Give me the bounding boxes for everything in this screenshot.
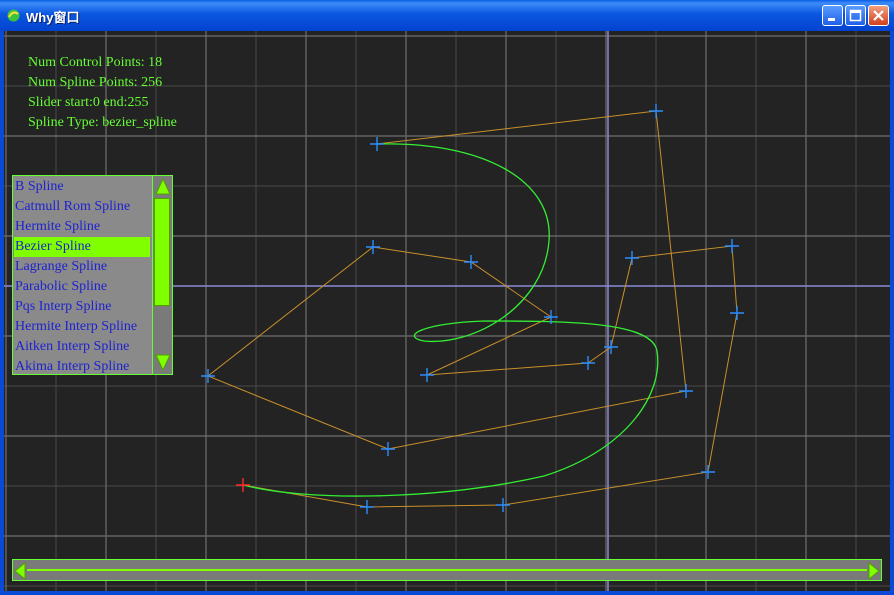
spline-curve bbox=[242, 143, 659, 497]
slider-end-handle-icon[interactable] bbox=[868, 562, 880, 580]
minimize-button[interactable] bbox=[822, 5, 843, 26]
slider-track bbox=[27, 569, 867, 571]
control-point-marker[interactable] bbox=[701, 465, 715, 479]
control-point-start-marker[interactable] bbox=[236, 478, 250, 492]
control-point-marker[interactable] bbox=[464, 255, 478, 269]
num-spline-points: Num Spline Points: 256 bbox=[28, 75, 163, 90]
control-point-marker[interactable] bbox=[649, 104, 663, 118]
window-title: Why窗口 bbox=[26, 10, 80, 25]
close-icon bbox=[873, 10, 884, 21]
slider-start-handle-icon[interactable] bbox=[14, 562, 26, 580]
spline-type: Spline Type: bezier_spline bbox=[28, 115, 177, 130]
control-point-marker[interactable] bbox=[725, 239, 739, 253]
slider-range: Slider start:0 end:255 bbox=[28, 95, 149, 110]
app-icon bbox=[7, 9, 20, 22]
close-button[interactable] bbox=[868, 5, 889, 26]
maximize-button[interactable] bbox=[845, 5, 866, 26]
app-window: Why窗口 Num Control Points: 18 Num Spline … bbox=[0, 0, 894, 595]
spline-canvas[interactable]: Num Control Points: 18 Num Spline Points… bbox=[4, 31, 890, 591]
list-item-parabolic-spline[interactable]: Parabolic Spline bbox=[14, 277, 150, 297]
list-item-hermite-interp-spline[interactable]: Hermite Interp Spline bbox=[14, 317, 150, 337]
maximize-icon bbox=[849, 9, 862, 22]
spline-range-slider[interactable] bbox=[12, 559, 882, 581]
control-point-marker[interactable] bbox=[366, 240, 380, 254]
control-polygon bbox=[207, 110, 738, 508]
control-point-marker[interactable] bbox=[730, 306, 744, 320]
control-point-marker[interactable] bbox=[381, 442, 395, 456]
title-bar[interactable]: Why窗口 bbox=[0, 0, 894, 31]
control-point-marker[interactable] bbox=[420, 368, 434, 382]
list-scrollbar[interactable] bbox=[152, 176, 172, 374]
control-point-marker[interactable] bbox=[360, 500, 374, 514]
control-point-marker[interactable] bbox=[581, 356, 595, 370]
list-item-bezier-spline[interactable]: Bezier Spline bbox=[14, 237, 150, 257]
list-item-lagrange-spline[interactable]: Lagrange Spline bbox=[14, 257, 150, 277]
list-item-pqs-interp-spline[interactable]: Pqs Interp Spline bbox=[14, 297, 150, 317]
list-item-akima-interp-spline[interactable]: Akima Interp Spline bbox=[14, 357, 150, 377]
control-point-marker[interactable] bbox=[625, 251, 639, 265]
control-point-marker[interactable] bbox=[496, 498, 510, 512]
scroll-down-arrow-icon[interactable] bbox=[155, 354, 171, 372]
control-point-marker[interactable] bbox=[201, 369, 215, 383]
scroll-up-arrow-icon[interactable] bbox=[155, 178, 171, 196]
list-item-aitken-interp-spline[interactable]: Aitken Interp Spline bbox=[14, 337, 150, 357]
list-scrollbar-thumb[interactable] bbox=[154, 198, 170, 306]
list-item-hermite-spline[interactable]: Hermite Spline bbox=[14, 217, 150, 237]
num-control-points: Num Control Points: 18 bbox=[28, 55, 163, 70]
control-points bbox=[201, 104, 744, 514]
list-item-b-spline[interactable]: B Spline bbox=[14, 177, 150, 197]
minimize-icon bbox=[828, 18, 835, 21]
spline-type-list[interactable]: B Spline Catmull Rom Spline Hermite Spli… bbox=[12, 175, 173, 375]
control-point-marker[interactable] bbox=[370, 137, 384, 151]
list-item-catmull-rom-spline[interactable]: Catmull Rom Spline bbox=[14, 197, 150, 217]
